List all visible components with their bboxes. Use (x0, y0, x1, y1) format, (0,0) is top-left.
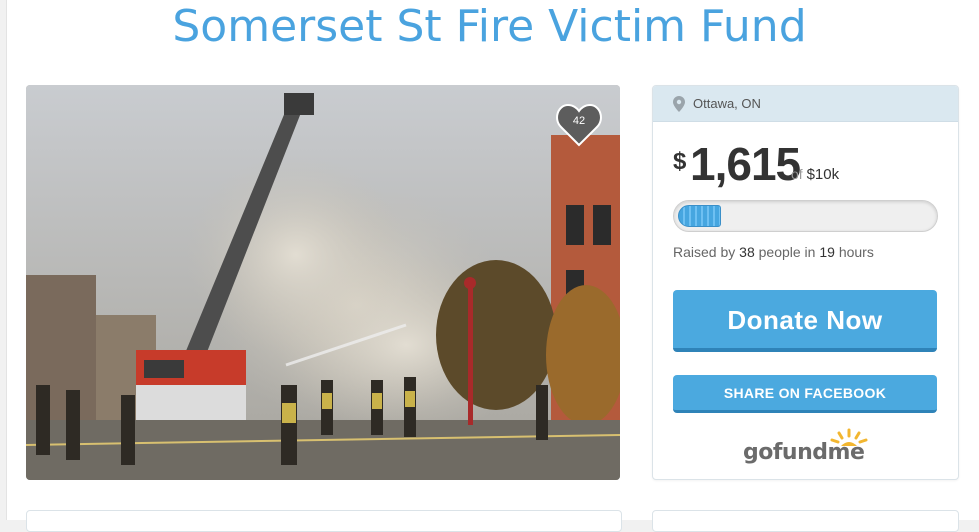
share-facebook-button[interactable]: SHARE ON FACEBOOK (673, 375, 937, 413)
heart-count: 42 (572, 115, 586, 127)
raised-summary: Raised by 38 people in 19 hours (673, 244, 874, 260)
fire-scene-image (26, 85, 620, 480)
location-label: Ottawa, ON (693, 96, 761, 111)
sun-icon (829, 428, 869, 453)
hours-label: hours (838, 244, 874, 260)
raised-prefix: Raised by (673, 244, 736, 260)
favorite-heart[interactable]: 42 (556, 103, 602, 147)
campaign-title: Somerset St Fire Victim Fund (172, 1, 807, 52)
logo-text-a: gofund (743, 440, 828, 465)
progress-fill (678, 205, 721, 227)
donate-now-button[interactable]: Donate Now (673, 290, 937, 352)
amount-raised: 1,615 (690, 138, 801, 190)
hours-count: 19 (819, 244, 835, 260)
goal-text: of $10k (791, 166, 839, 183)
donation-card: Ottawa, ON $ 1,615 of $10k Raised by 38 … (652, 85, 959, 480)
currency-symbol: $ (673, 148, 687, 175)
people-count: 38 (739, 244, 755, 260)
map-pin-icon (673, 96, 685, 117)
goal-prefix: of (791, 166, 803, 182)
updates-panel (652, 510, 959, 532)
campaign-photo (26, 85, 620, 480)
description-panel (26, 510, 622, 532)
goal-amount: $10k (806, 166, 840, 183)
gofundme-logo[interactable]: gofundme (743, 428, 869, 468)
people-label: people in (758, 244, 816, 260)
location-bar: Ottawa, ON (653, 86, 958, 122)
progress-bar (673, 200, 938, 232)
